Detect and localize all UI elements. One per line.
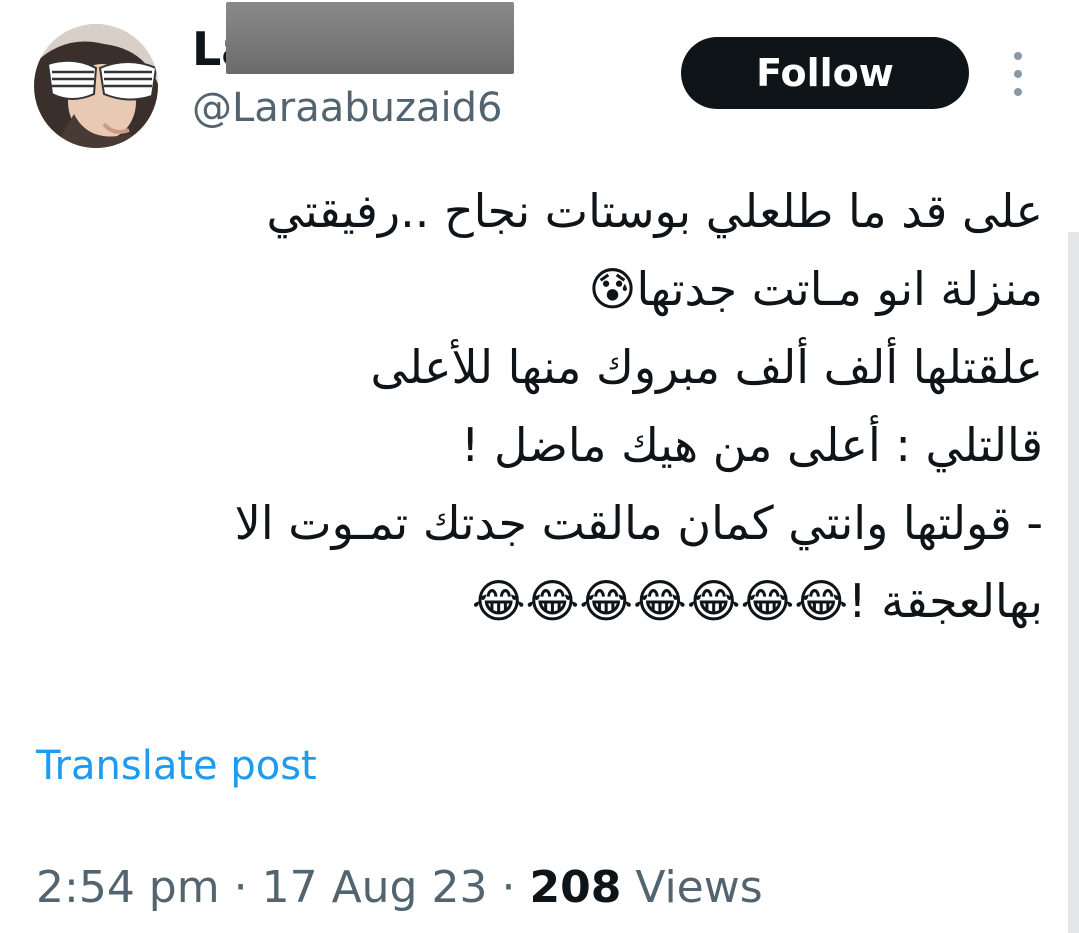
more-vertical-icon[interactable] bbox=[1004, 52, 1032, 96]
views-label: Views bbox=[635, 862, 763, 913]
tweet-line: قالتلي : أعلى من هيك ماضل ! bbox=[460, 418, 1043, 472]
meta-separator: · bbox=[233, 862, 248, 913]
avatar[interactable] bbox=[34, 24, 158, 148]
scrollbar-track[interactable] bbox=[1068, 232, 1079, 933]
post-metadata: 2:54 pm · 17 Aug 23 · 208 Views bbox=[36, 866, 763, 910]
more-dot bbox=[1014, 52, 1022, 60]
tweet-line: على قد ما طلعلي بوستات نجاح ..رفيقتي bbox=[266, 184, 1043, 238]
tweet-line: بهالعجقة !😂😂😂😂😂😂😂 bbox=[471, 574, 1043, 628]
views-count: 208 bbox=[529, 862, 622, 913]
redaction-overlay bbox=[226, 2, 514, 74]
tweet-text: على قد ما طلعلي بوستات نجاح ..رفيقتي منز… bbox=[43, 172, 1043, 640]
tweet-line: علقتلها ألف ألف مبروك منها للأعلى bbox=[370, 340, 1043, 394]
tweet-line: - قولتها وانتي كمان مالقت جدتك تمـوت الا bbox=[234, 496, 1043, 550]
tweet-line: منزلة انو مـاتت جدتها😰 bbox=[588, 262, 1043, 316]
post-date[interactable]: 17 Aug 23 bbox=[262, 862, 488, 913]
meta-separator: · bbox=[501, 862, 516, 913]
avatar-image bbox=[34, 24, 158, 148]
user-handle[interactable]: @Laraabuzaid6 bbox=[192, 88, 502, 128]
translate-post-link[interactable]: Translate post bbox=[36, 746, 317, 786]
more-dot bbox=[1014, 70, 1022, 78]
post-time[interactable]: 2:54 pm bbox=[36, 862, 220, 913]
more-dot bbox=[1014, 88, 1022, 96]
follow-button[interactable]: Follow bbox=[681, 37, 969, 109]
tweet-card: La @Laraabuzaid6 Follow على قد ما طلعلي … bbox=[0, 0, 1079, 933]
